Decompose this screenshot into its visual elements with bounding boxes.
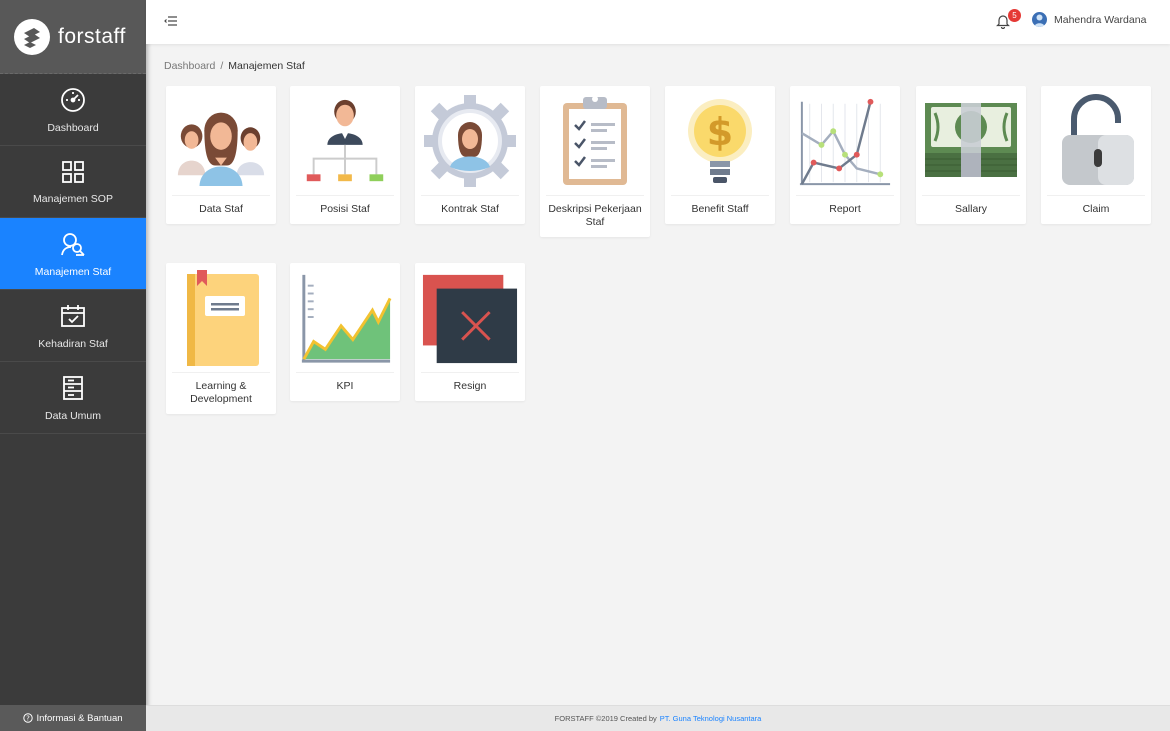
- line-chart-icon: [796, 86, 894, 196]
- lightbulb-dollar-icon: $: [671, 86, 769, 196]
- card-posisi-staf[interactable]: Posisi Staf: [290, 86, 400, 224]
- help-label: Informasi & Bantuan: [36, 712, 123, 724]
- topbar: 5 Mahendra Wardana: [146, 0, 1170, 44]
- sidebar-item-label: Manajemen Staf: [34, 265, 112, 278]
- card-label: Kontrak Staf: [441, 203, 499, 215]
- user-search-icon: [61, 232, 85, 256]
- user-name: Mahendra Wardana: [1054, 13, 1147, 26]
- help-link[interactable]: ? Informasi & Bantuan: [0, 705, 146, 731]
- org-chart-icon: [296, 86, 394, 196]
- card-benefit-staff[interactable]: $ Benefit Staff: [665, 86, 775, 224]
- sidebar-item-dashboard[interactable]: Dashboard: [0, 74, 146, 146]
- card-label: Data Staf: [199, 203, 243, 215]
- svg-text:$: $: [707, 110, 733, 154]
- card-label: Deskripsi Pekerjaan Staf: [548, 203, 642, 228]
- card-label: Benefit Staff: [691, 203, 749, 215]
- sidebar-item-data-umum[interactable]: Data Umum: [0, 362, 146, 434]
- grid-icon: [62, 160, 84, 183]
- card-label: Report: [829, 203, 861, 215]
- menu-toggle-icon[interactable]: [164, 15, 178, 27]
- card-kpi[interactable]: KPI: [290, 263, 400, 401]
- card-label: Posisi Staf: [320, 203, 370, 215]
- avatar: [1032, 12, 1047, 27]
- card-learning-development[interactable]: Learning & Development: [166, 263, 276, 414]
- money-icon: [922, 86, 1020, 196]
- app-name: forstaff: [58, 24, 126, 48]
- footer-text: FORSTAFF ©2019 Created by: [554, 714, 657, 723]
- card-label: Learning & Development: [190, 380, 252, 405]
- card-label: Claim: [1082, 203, 1110, 215]
- card-label: Sallary: [954, 203, 988, 215]
- breadcrumb-current: Manajemen Staf: [228, 60, 305, 72]
- team-icon: [172, 86, 270, 196]
- card-label: Resign: [453, 380, 487, 392]
- card-label: KPI: [336, 380, 354, 392]
- book-icon: [172, 263, 270, 373]
- sidebar-item-manajemen-staf[interactable]: Manajemen Staf: [0, 218, 146, 290]
- gear-person-icon: [421, 86, 519, 196]
- breadcrumb-separator: /: [220, 60, 224, 72]
- card-report[interactable]: Report: [790, 86, 900, 224]
- sidebar: forstaff Dashboard Manajemen SOP Manajem…: [0, 0, 146, 731]
- card-sallary[interactable]: Sallary: [916, 86, 1026, 224]
- sidebar-item-label: Dashboard: [47, 121, 99, 134]
- clipboard-checklist-icon: [546, 86, 644, 196]
- calendar-check-icon: [61, 304, 85, 327]
- page-footer: FORSTAFF ©2019 Created by PT. Guna Tekno…: [146, 705, 1170, 731]
- padlock-icon: [1047, 86, 1145, 196]
- sidebar-item-label: Kehadiran Staf: [38, 337, 108, 350]
- footer-company-link[interactable]: PT. Guna Teknologi Nusantara: [660, 714, 762, 723]
- sidebar-item-label: Manajemen SOP: [33, 192, 113, 205]
- card-data-staf[interactable]: Data Staf: [166, 86, 276, 224]
- svg-text:?: ?: [27, 715, 31, 723]
- sidebar-item-kehadiran-staf[interactable]: Kehadiran Staf: [0, 290, 146, 362]
- sidebar-item-manajemen-sop[interactable]: Manajemen SOP: [0, 146, 146, 218]
- logo[interactable]: forstaff: [0, 0, 146, 74]
- user-menu[interactable]: Mahendra Wardana: [1032, 12, 1146, 27]
- forstaff-logo-icon: [14, 18, 50, 55]
- breadcrumb: Dashboard / Manajemen Staf: [164, 60, 305, 72]
- card-resign[interactable]: Resign: [415, 263, 525, 401]
- resign-icon: [421, 263, 519, 373]
- card-kontrak-staf[interactable]: Kontrak Staf: [415, 86, 525, 224]
- card-deskripsi-pekerjaan[interactable]: Deskripsi Pekerjaan Staf: [540, 86, 650, 237]
- sidebar-item-label: Data Umum: [44, 409, 101, 422]
- breadcrumb-root[interactable]: Dashboard: [164, 60, 215, 72]
- help-icon: ?: [23, 713, 34, 723]
- card-claim[interactable]: Claim: [1041, 86, 1151, 224]
- database-icon: [63, 375, 83, 400]
- notification-badge: 5: [1008, 9, 1021, 22]
- area-chart-icon: [296, 263, 394, 373]
- speedometer-icon: [61, 87, 85, 112]
